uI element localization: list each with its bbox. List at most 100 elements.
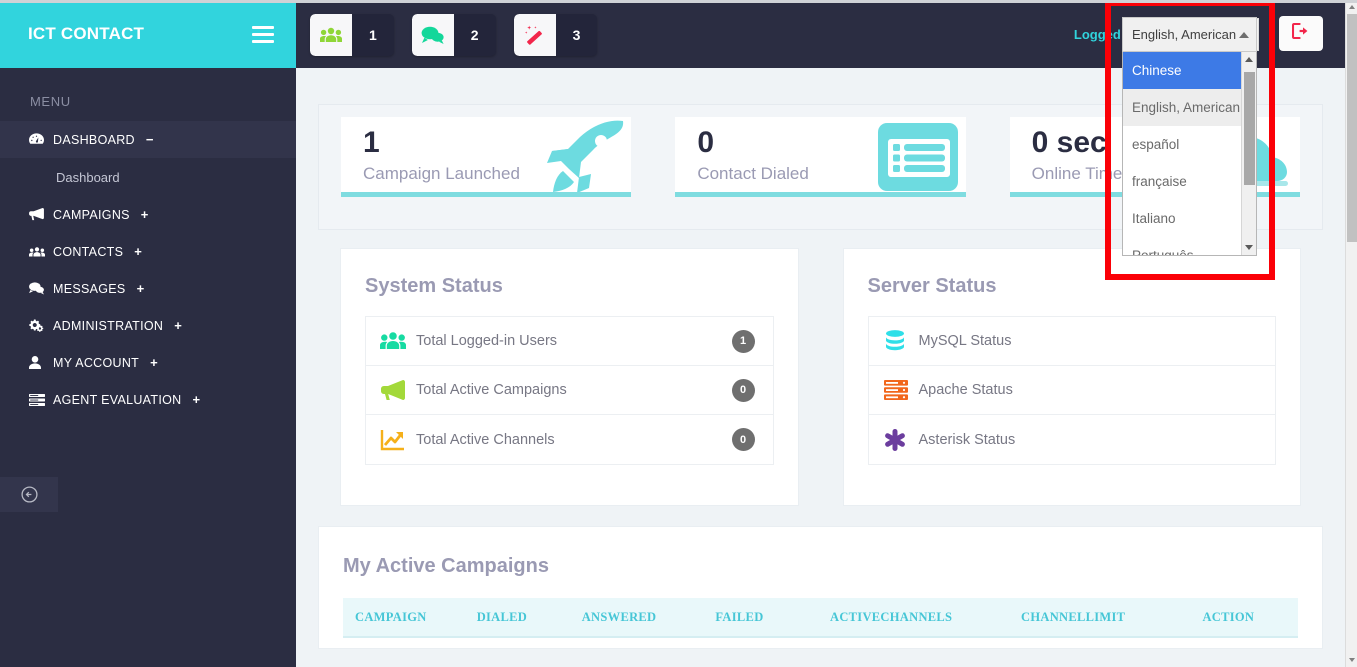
stat-value: 0 bbox=[697, 126, 715, 159]
table-header-row: CAMPAIGN DIALED ANSWERED FAILED ACTIVECH… bbox=[343, 598, 1298, 638]
triangle-up-icon[interactable] bbox=[1242, 52, 1256, 67]
column-header-campaign[interactable]: CAMPAIGN bbox=[343, 598, 477, 638]
rocket-icon bbox=[535, 119, 627, 192]
sidebar-collapse-button[interactable] bbox=[0, 477, 58, 512]
list-item[interactable]: Total Active Channels 0 bbox=[366, 415, 773, 464]
active-campaigns-table: CAMPAIGN DIALED ANSWERED FAILED ACTIVECH… bbox=[343, 598, 1298, 638]
server-status-card: Server Status MySQL Status Apache Status… bbox=[842, 248, 1301, 506]
list-item[interactable]: Asterisk Status bbox=[869, 415, 1276, 464]
badge-count: 1 bbox=[369, 27, 377, 43]
active-campaigns-card: My Active Campaigns CAMPAIGN DIALED ANSW… bbox=[318, 526, 1323, 649]
list-item[interactable]: Apache Status bbox=[868, 366, 1275, 415]
gears-icon bbox=[29, 319, 53, 332]
database-icon bbox=[883, 329, 919, 353]
sidebar-item-administration[interactable]: ADMINISTRATION + bbox=[0, 307, 296, 344]
language-option-italiano[interactable]: Italiano bbox=[1123, 200, 1256, 237]
page-scrollbar[interactable] bbox=[1345, 0, 1357, 667]
server-rack-icon bbox=[883, 379, 919, 401]
hamburger-icon[interactable] bbox=[252, 25, 274, 43]
sidebar-item-messages[interactable]: MESSAGES + bbox=[0, 270, 296, 307]
list-item-label: Total Active Channels bbox=[416, 431, 555, 448]
server-status-title: Server Status bbox=[867, 275, 997, 297]
system-status-list: Total Logged-in Users 1 Total Active Cam… bbox=[365, 316, 774, 465]
sidebar-item-label: DASHBOARD bbox=[53, 132, 135, 147]
stat-card-campaign-launched: 1 Campaign Launched bbox=[341, 117, 632, 197]
logout-button[interactable] bbox=[1279, 16, 1323, 51]
sidebar-item-contacts[interactable]: CONTACTS + bbox=[0, 233, 296, 270]
stat-card-contact-dialed: 0 Contact Dialed bbox=[675, 117, 966, 197]
stat-caption: Campaign Launched bbox=[363, 164, 520, 183]
triangle-down-icon[interactable] bbox=[1242, 240, 1256, 255]
active-campaigns-title: My Active Campaigns bbox=[343, 555, 549, 577]
list-item-label: MySQL Status bbox=[918, 333, 1012, 349]
scroll-down-arrow-icon[interactable] bbox=[1346, 653, 1357, 667]
sidebar-toggle-icon[interactable]: + bbox=[192, 393, 200, 406]
badge-count: 3 bbox=[572, 27, 581, 43]
window-top-edge bbox=[0, 0, 1357, 3]
status-panels-row: System Status Total Logged-in Users 1 To… bbox=[318, 248, 1323, 506]
list-item-label: Total Active Campaigns bbox=[416, 382, 567, 398]
badge-messages[interactable]: 2 bbox=[411, 14, 496, 56]
sidebar-item-campaigns[interactable]: CAMPAIGNS + bbox=[0, 196, 296, 233]
users-group-icon bbox=[380, 331, 416, 351]
users-icon bbox=[29, 246, 53, 258]
language-option-portugues[interactable]: Português bbox=[1123, 237, 1256, 255]
column-header-action[interactable]: ACTION bbox=[1202, 598, 1298, 638]
user-icon bbox=[29, 356, 53, 369]
stat-value: 1 bbox=[363, 126, 380, 159]
stat-value: 0 sec bbox=[1031, 126, 1107, 159]
badge-wizard[interactable]: 3 bbox=[513, 14, 598, 56]
language-option-espanol[interactable]: español bbox=[1123, 126, 1256, 163]
app-root: ICT CONTACT MENU DASHBOARD − Dashboard C… bbox=[0, 0, 1357, 667]
list-item[interactable]: Total Logged-in Users 1 bbox=[366, 317, 773, 366]
comments-icon bbox=[29, 282, 53, 295]
stat-caption: Contact Dialed bbox=[697, 164, 809, 183]
language-option-english-american[interactable]: English, American bbox=[1123, 89, 1256, 126]
column-header-channellimit[interactable]: CHANNELLIMIT bbox=[1021, 598, 1203, 638]
badge-users[interactable]: 1 bbox=[310, 14, 394, 56]
sidebar-item-label: CONTACTS bbox=[53, 244, 124, 259]
sidebar-toggle-icon[interactable]: + bbox=[141, 208, 149, 221]
status-badge: 0 bbox=[731, 428, 755, 451]
sidebar-toggle-icon[interactable]: + bbox=[174, 319, 182, 332]
list-item[interactable]: MySQL Status bbox=[868, 317, 1275, 366]
asterisk-icon bbox=[883, 428, 919, 452]
language-select[interactable]: English, American Chinese English, Ameri… bbox=[1122, 17, 1257, 256]
sidebar-item-dashboard[interactable]: DASHBOARD − bbox=[0, 121, 296, 158]
arrow-circle-left-icon bbox=[20, 486, 38, 503]
users-group-icon bbox=[310, 14, 352, 56]
sidebar: ICT CONTACT MENU DASHBOARD − Dashboard C… bbox=[0, 0, 296, 667]
sidebar-item-label: MY ACCOUNT bbox=[53, 355, 140, 370]
column-header-answered[interactable]: ANSWERED bbox=[581, 598, 716, 638]
magic-wand-icon bbox=[513, 14, 556, 56]
menu-heading: MENU bbox=[30, 94, 71, 109]
sidebar-item-agent-evaluation[interactable]: AGENT EVALUATION + bbox=[0, 381, 296, 418]
language-option-chinese[interactable]: Chinese bbox=[1123, 52, 1256, 89]
sidebar-toggle-icon[interactable]: − bbox=[146, 133, 154, 146]
list-item-label: Total Logged-in Users bbox=[416, 333, 558, 349]
page-scrollbar-thumb[interactable] bbox=[1347, 14, 1357, 242]
sidebar-subitem-dashboard[interactable]: Dashboard bbox=[0, 158, 296, 196]
sidebar-toggle-icon[interactable]: + bbox=[137, 282, 145, 295]
chat-bubbles-icon bbox=[411, 14, 454, 56]
status-badge: 0 bbox=[731, 378, 755, 402]
list-icon bbox=[870, 119, 962, 192]
stat-caption: Online Time bbox=[1031, 164, 1123, 183]
list-item-label: Asterisk Status bbox=[918, 431, 1016, 448]
system-status-card: System Status Total Logged-in Users 1 To… bbox=[340, 248, 799, 506]
language-select-box[interactable]: English, American bbox=[1122, 17, 1257, 52]
sidebar-item-my-account[interactable]: MY ACCOUNT + bbox=[0, 344, 296, 381]
column-header-activechannels[interactable]: ACTIVECHANNELS bbox=[830, 598, 1022, 638]
column-header-failed[interactable]: FAILED bbox=[715, 598, 831, 638]
language-list-scrollbar[interactable] bbox=[1241, 52, 1256, 255]
brand-header: ICT CONTACT bbox=[0, 0, 296, 68]
chart-line-icon bbox=[380, 429, 416, 451]
column-header-dialed[interactable]: DIALED bbox=[476, 598, 582, 638]
scrollbar-thumb[interactable] bbox=[1244, 72, 1255, 185]
sidebar-item-label: ADMINISTRATION bbox=[53, 318, 164, 333]
list-item[interactable]: Total Active Campaigns 0 bbox=[366, 366, 773, 415]
language-option-francaise[interactable]: française bbox=[1123, 163, 1256, 200]
system-status-title: System Status bbox=[365, 275, 503, 297]
sidebar-toggle-icon[interactable]: + bbox=[134, 245, 142, 258]
sidebar-toggle-icon[interactable]: + bbox=[150, 356, 158, 369]
